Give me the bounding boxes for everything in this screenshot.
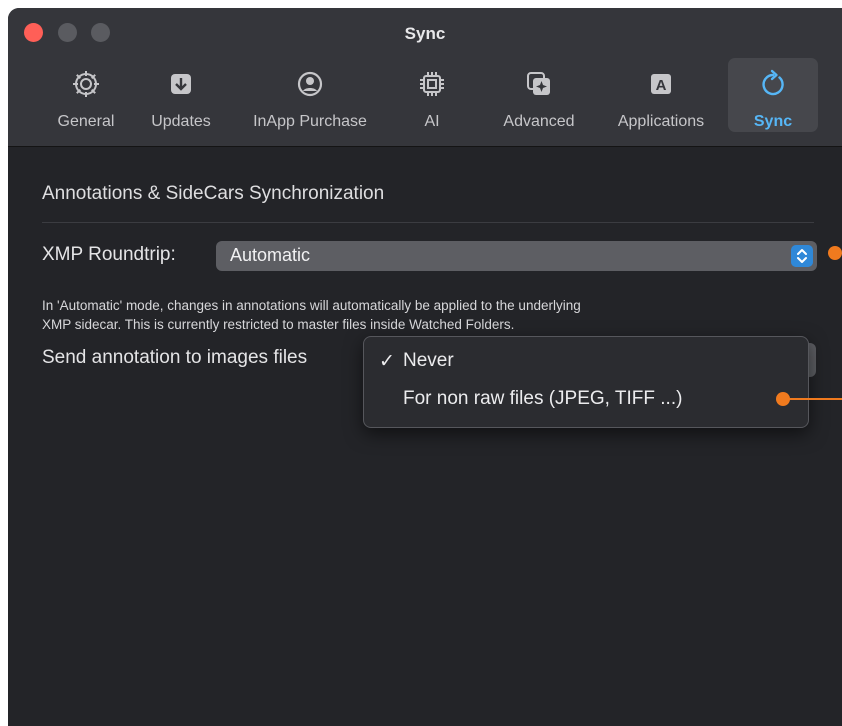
xmp-roundtrip-label: XMP Roundtrip: [42,244,176,265]
help-line: In 'Automatic' mode, changes in annotati… [42,298,581,313]
checkmark-icon: ✓ [379,351,395,372]
section-title: Annotations & SideCars Synchronization [42,183,385,204]
tab-label: Sync [753,113,793,130]
send-annotation-menu: ✓ Never For non raw files (JPEG, TIFF ..… [363,336,809,428]
tab-label: Applications [617,113,705,130]
xmp-roundtrip-value: Automatic [230,245,311,265]
annotation-marker-dot [828,246,842,260]
xmp-roundtrip-popup[interactable]: Automatic [216,241,817,271]
tab-label: AI [424,113,440,130]
send-annotation-label: Send annotation to images files [42,347,308,368]
tab-ai[interactable]: AI [408,58,456,132]
preferences-window: Sync General Updates InApp Purchase AI A… [8,8,842,726]
tab-inapp-purchase[interactable]: InApp Purchase [236,58,384,132]
menu-item-non-raw-files[interactable]: For non raw files (JPEG, TIFF ...) [364,383,808,415]
user-circle-icon [297,71,323,97]
sync-pane: Annotations & SideCars Synchronization X… [8,147,842,726]
tab-applications[interactable]: A Applications [600,58,722,132]
refresh-arrow-icon [762,69,784,96]
toolbar: Sync General Updates InApp Purchase AI A… [8,8,842,147]
tab-label: General [57,113,115,130]
letter-a-icon: A [651,74,671,94]
tab-label: Updates [151,113,211,130]
menu-item-never[interactable]: ✓ Never [364,345,808,377]
tab-label: InApp Purchase [253,113,367,130]
popup-stepper-icon [791,245,813,267]
annotation-marker-line [788,398,842,400]
help-line: XMP sidecar. This is currently restricte… [42,317,515,332]
tab-label: Advanced [503,113,575,130]
tab-advanced[interactable]: Advanced [492,58,586,132]
menu-item-label: For non raw files (JPEG, TIFF ...) [403,388,683,409]
tab-general[interactable]: General [46,58,126,132]
sparkle-window-icon [527,72,550,95]
section-divider [42,222,814,223]
menu-item-label: Never [403,350,454,371]
tab-updates[interactable]: Updates [140,58,222,132]
window-title: Sync [404,24,446,43]
tab-sync[interactable]: Sync [728,58,818,132]
xmp-help-text: In 'Automatic' mode, changes in annotati… [42,296,832,334]
gear-icon [73,71,99,97]
download-arrow-icon [171,74,191,94]
svg-text:A: A [656,77,667,94]
cpu-chip-icon [420,72,444,96]
